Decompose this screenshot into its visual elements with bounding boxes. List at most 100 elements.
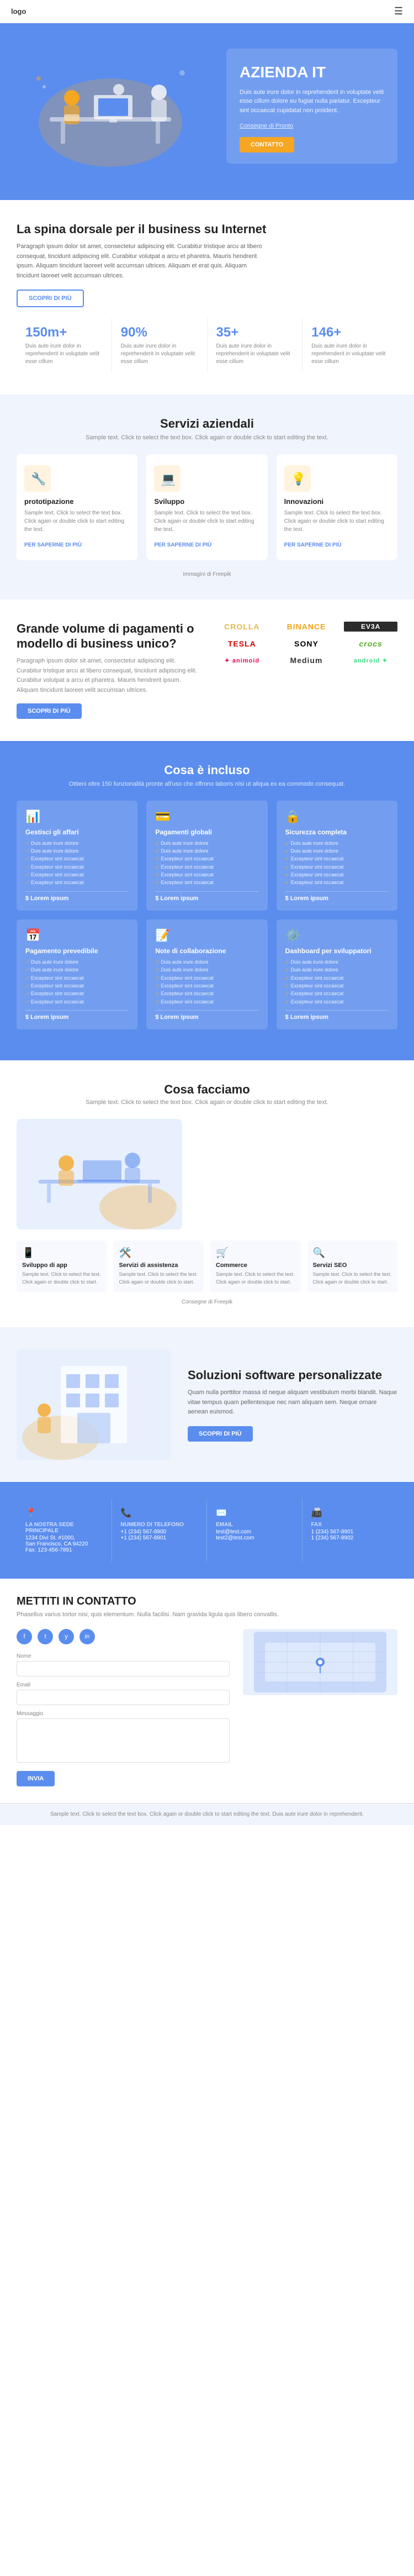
software-heading: Soluzioni software personalizzate xyxy=(188,1368,397,1382)
submit-button[interactable]: INVIA xyxy=(17,1771,55,1786)
stat-number: 146+ xyxy=(311,325,389,340)
incluso-item: Excepteur sint occaecat xyxy=(285,879,389,886)
contact-form-paragraph: Phasellus varius tortor nisi, quis eleme… xyxy=(17,1611,397,1618)
incluso-item: Excepteur sint occaecat xyxy=(25,879,129,886)
logo-item: ✦ animoid xyxy=(215,657,269,664)
social-icon-f[interactable]: f xyxy=(17,1629,32,1644)
logo-item: CROLLA xyxy=(215,622,269,631)
incluso-card-title: Pagamenti globali xyxy=(155,828,258,836)
incluso-item: Duis aute irure dolore xyxy=(155,966,258,974)
servizi-card: 🔧 prototipazione Sample text. Click to s… xyxy=(17,454,137,560)
hero-link[interactable]: Consegne di Pronto xyxy=(240,123,384,129)
message-label: Messaggio xyxy=(17,1711,230,1717)
servizi-card-desc: Sample text. Click to select the text bo… xyxy=(284,509,390,534)
contact-info-section: 📍 LA NOSTRA SEDE PRINCIPALE 1234 Divi St… xyxy=(0,1482,414,1579)
servizi-grid: 🔧 prototipazione Sample text. Click to s… xyxy=(17,454,397,560)
incluso-card-price: $ Lorem ipsum xyxy=(25,891,129,902)
servizi-card-link[interactable]: PER SAPERNE DI PIÙ xyxy=(154,542,211,548)
incluso-card: 🔒 Sicurezza completa Duis aute irure dol… xyxy=(277,801,397,911)
incluso-item: Duis aute irure dolore xyxy=(285,958,389,966)
contact-info-item: 📠 FAX 1 (234) 567-89011 (234) 567-8902 xyxy=(302,1499,398,1562)
stat-label: Duis aute irure dolor in reprehenderit i… xyxy=(121,343,198,366)
software-illustration xyxy=(17,1349,171,1460)
software-svg xyxy=(17,1349,171,1460)
hero-description: Duis aute irure dolor in reprehenderit i… xyxy=(240,88,384,115)
facciamo-sub: Sample text. Click to select the text bo… xyxy=(17,1099,397,1106)
logo-item: crocs xyxy=(344,639,397,648)
volume-logos: CROLLABINANCEEV3ATESLASONYcrocs✦ animoid… xyxy=(215,622,397,665)
software-paragraph: Quam nulla porttitor massa id neque aliq… xyxy=(188,1388,397,1417)
incluso-item: Excepteur sint occaecat xyxy=(285,871,389,879)
servizi-card-icon: 🔧 xyxy=(24,465,51,492)
incluso-item: Excepteur sint occaecat xyxy=(155,863,258,871)
software-btn[interactable]: SCOPRI DI PIÙ xyxy=(188,1426,253,1442)
incluso-card-list: Duis aute irure doloreDuis aute irure do… xyxy=(25,958,129,1006)
incluso-item: Excepteur sint occaecat xyxy=(155,871,258,879)
incluso-card-title: Sicurezza completa xyxy=(285,828,389,836)
incluso-card-icon: 💳 xyxy=(155,809,258,824)
incluso-item: Excepteur sint occaecat xyxy=(285,982,389,990)
logos-grid: CROLLABINANCEEV3ATESLASONYcrocs✦ animoid… xyxy=(215,622,397,665)
name-input[interactable] xyxy=(17,1661,230,1676)
stat-item: 35+ Duis aute irure dolor in reprehender… xyxy=(207,318,302,372)
contact-info-label: LA NOSTRA SEDE PRINCIPALE xyxy=(25,1522,103,1534)
incluso-item: Excepteur sint occaecat xyxy=(155,855,258,863)
menu-icon[interactable]: ☰ xyxy=(394,6,403,17)
incluso-item: Duis aute irure dolore xyxy=(155,847,258,855)
incluso-item: Excepteur sint occaecat xyxy=(155,982,258,990)
contact-info-value: +1 (234) 567-8900+1 (234) 567-8901 xyxy=(121,1529,198,1541)
contact-info-icon: ✉️ xyxy=(216,1507,293,1518)
incluso-item: Excepteur sint occaecat xyxy=(25,974,129,982)
contact-form-section: METTITI IN CONTATTO Phasellus varius tor… xyxy=(0,1579,414,1803)
incluso-item: Excepteur sint occaecat xyxy=(285,863,389,871)
volume-text: Grande volume di pagamenti o modello di … xyxy=(17,622,199,718)
logo-item: EV3A xyxy=(344,622,397,632)
spina-btn[interactable]: SCOPRI DI PIÙ xyxy=(17,290,84,307)
facciamo-card-desc: Sample text. Click to select the text. C… xyxy=(22,1271,102,1286)
incluso-card-title: Note di collaborazione xyxy=(155,947,258,955)
incluso-item: Duis aute irure dolore xyxy=(155,958,258,966)
incluso-item: Excepteur sint occaecat xyxy=(25,982,129,990)
incluso-item: Excepteur sint occaecat xyxy=(25,998,129,1006)
servizi-card: 💻 Sviluppo Sample text. Click to select … xyxy=(146,454,267,560)
hero-cta-button[interactable]: CONTATTO xyxy=(240,137,294,153)
message-textarea[interactable] xyxy=(17,1718,230,1763)
email-input[interactable] xyxy=(17,1690,230,1705)
incluso-grid: 📊 Gestisci gli affari Duis aute irure do… xyxy=(17,801,397,1030)
stat-label: Duis aute irure dolor in reprehenderit i… xyxy=(311,343,389,366)
incluso-section: Cosa è incluso Ottieni oltre 150 funzion… xyxy=(0,741,414,1061)
incluso-card-list: Duis aute irure doloreDuis aute irure do… xyxy=(285,839,389,887)
stat-item: 146+ Duis aute irure dolor in reprehende… xyxy=(302,318,397,372)
servizi-card-link[interactable]: PER SAPERNE DI PIÙ xyxy=(24,542,82,548)
servizi-card-desc: Sample text. Click to select the text bo… xyxy=(154,509,259,534)
stat-item: 90% Duis aute irure dolor in reprehender… xyxy=(112,318,207,372)
contact-info-value: 1234 Divi St. #1000,San Francisco, CA 94… xyxy=(25,1535,103,1553)
hero-text-box: AZIENDA IT Duis aute irure dolor in repr… xyxy=(226,49,397,164)
servizi-immagini: Immagini di Freepik xyxy=(17,571,397,577)
social-icon-y[interactable]: y xyxy=(59,1629,74,1644)
hero-illustration xyxy=(17,45,204,167)
servizi-card-icon: 💡 xyxy=(284,465,311,492)
facciamo-card: 🔍 Servizi SEO Sample text. Click to sele… xyxy=(307,1240,398,1292)
facciamo-illustration xyxy=(17,1119,182,1229)
incluso-card-title: Dashboard per sviluppatori xyxy=(285,947,389,955)
contact-info-value: test@test.comtest2@test.com xyxy=(216,1529,293,1541)
software-section: Soluzioni software personalizzate Quam n… xyxy=(0,1327,414,1482)
social-icon-in[interactable]: in xyxy=(79,1629,95,1644)
facciamo-svg xyxy=(17,1119,182,1229)
contact-info-icon: 📍 xyxy=(25,1507,103,1518)
incluso-item: Excepteur sint occaecat xyxy=(155,879,258,886)
servizi-heading: Servizi aziendali xyxy=(17,417,397,431)
servizi-sub: Sample text. Click to select the text bo… xyxy=(17,434,397,441)
facciamo-card-icon: 🛒 xyxy=(216,1247,295,1259)
facciamo-heading: Cosa facciamo xyxy=(17,1082,397,1097)
incluso-card-title: Pagamento prevedibile xyxy=(25,947,129,955)
social-icon-t[interactable]: t xyxy=(38,1629,53,1644)
facciamo-card-title: Servizi SEO xyxy=(313,1262,392,1269)
volume-btn[interactable]: SCOPRI DI PIÙ xyxy=(17,703,82,719)
contact-info-label: NUMERO DI TELEFONO xyxy=(121,1522,198,1528)
svg-text:🔧: 🔧 xyxy=(31,471,46,486)
contact-info-item: ✉️ EMAIL test@test.comtest2@test.com xyxy=(207,1499,302,1562)
servizi-card-link[interactable]: PER SAPERNE DI PIÙ xyxy=(284,542,342,548)
spina-paragraph: Paragraph ipsum dolor sit amet, consecte… xyxy=(17,242,270,281)
